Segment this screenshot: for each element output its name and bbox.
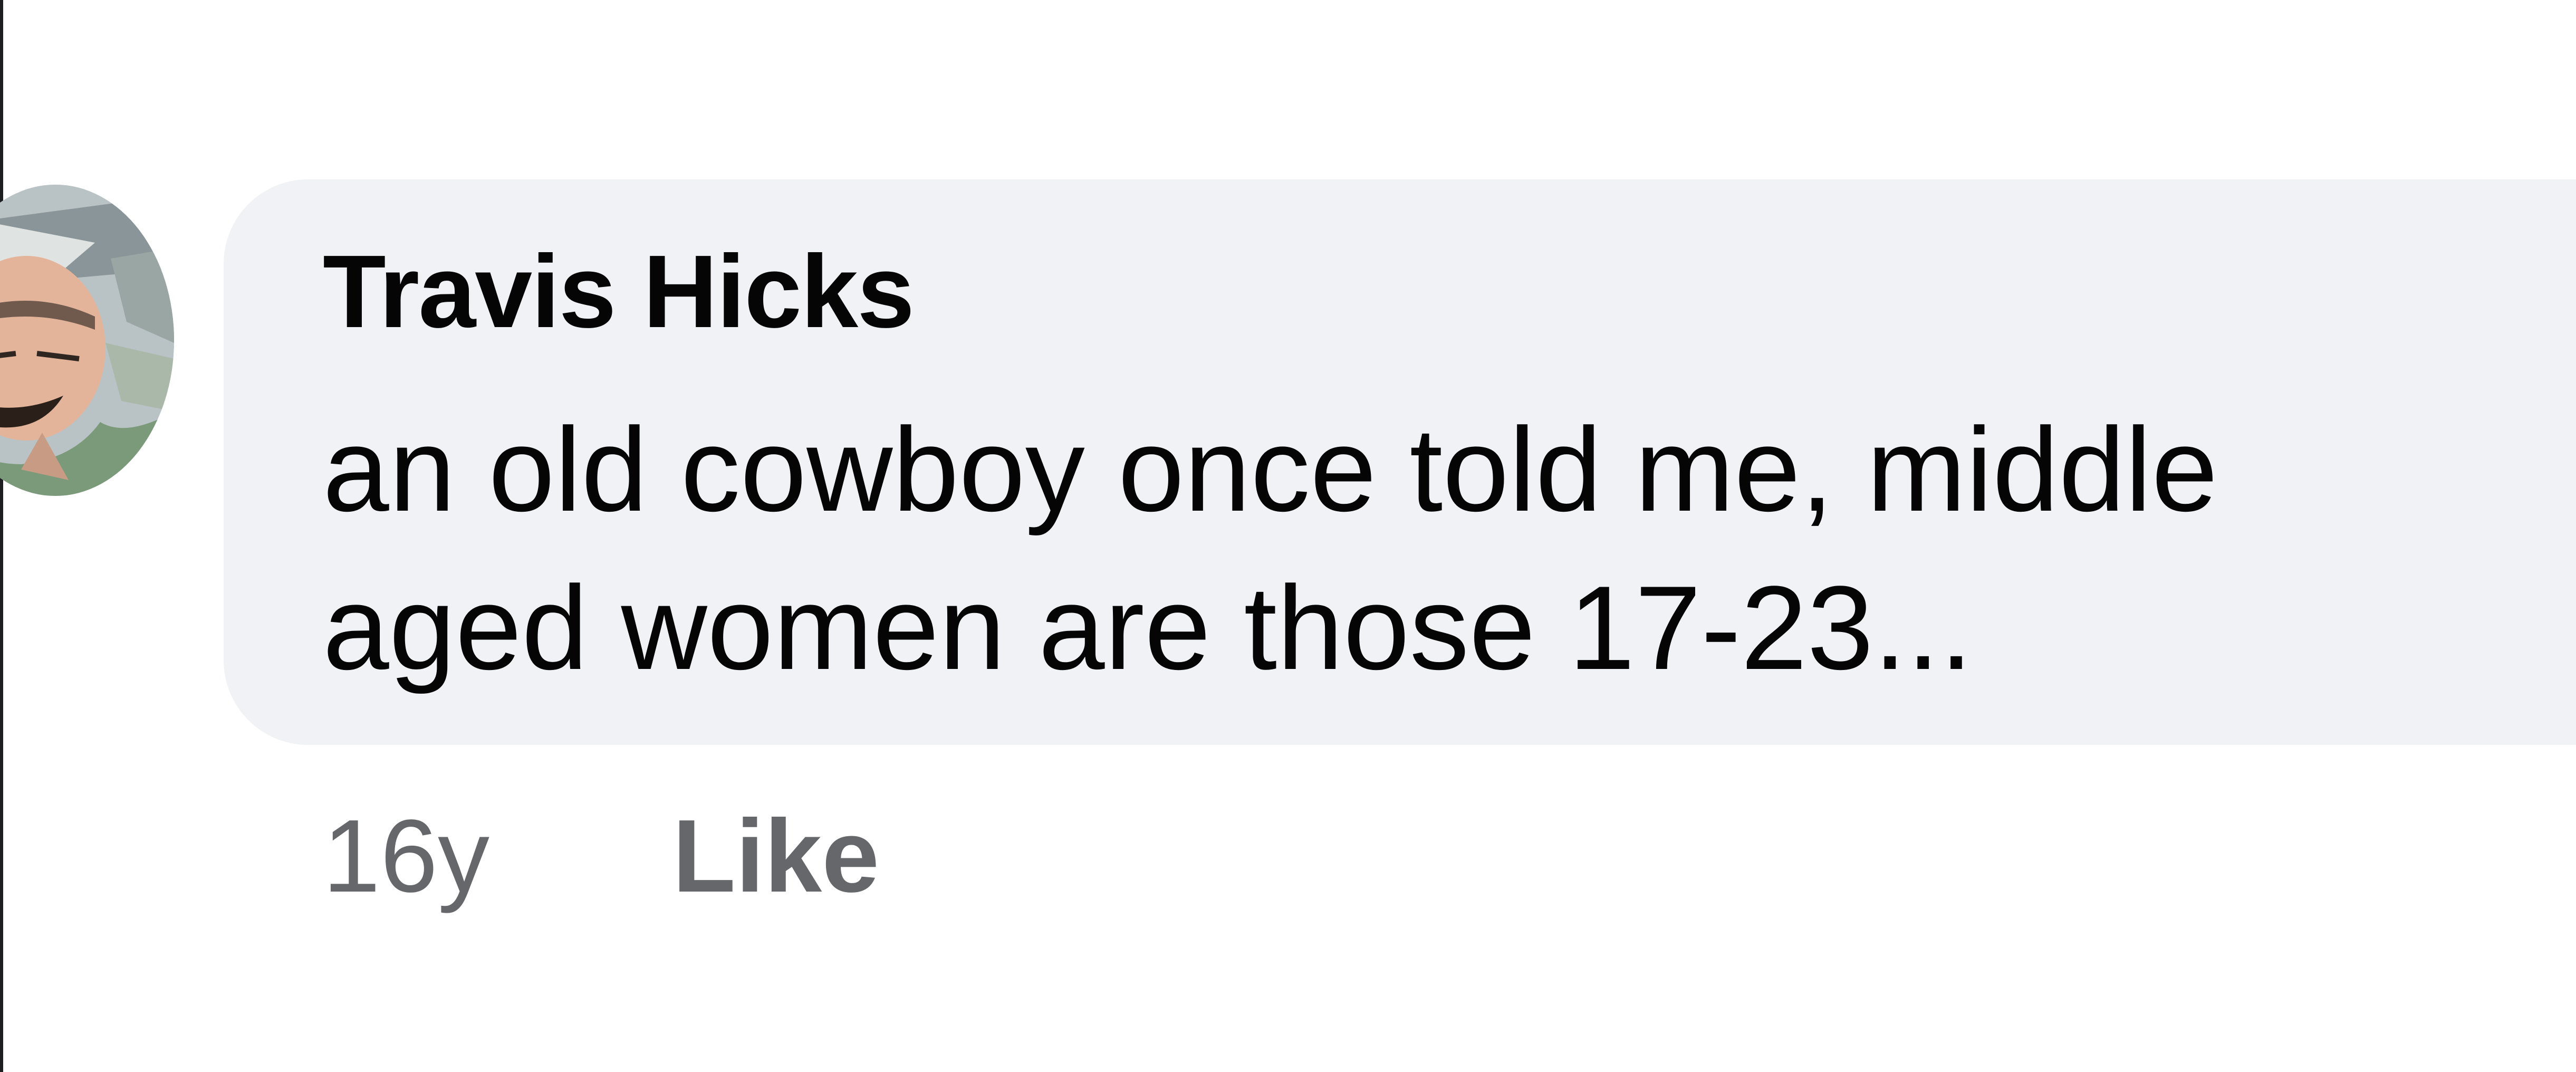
left-edge-divider [0, 0, 3, 1072]
comment-author-name[interactable]: Travis Hicks [323, 232, 915, 351]
comment-text-line-2: aged women are those 17-23... [323, 561, 1973, 694]
like-button[interactable]: Like [672, 797, 879, 915]
comment-text-line-1: an old cowboy once told me, middle [323, 403, 2218, 536]
comment-timestamp[interactable]: 16y [323, 797, 489, 915]
avatar-image [0, 185, 174, 496]
avatar[interactable] [0, 185, 174, 496]
